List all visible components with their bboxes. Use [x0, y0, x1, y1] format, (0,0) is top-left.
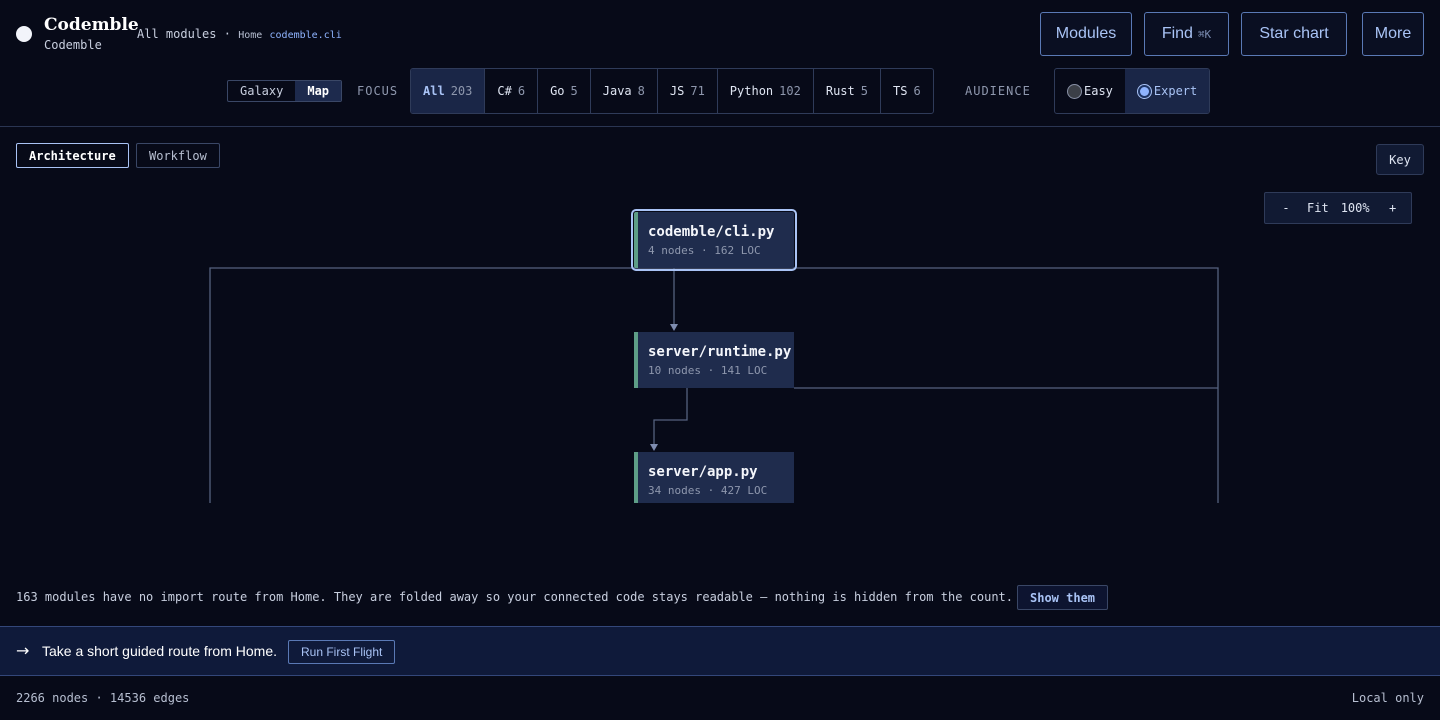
show-hidden-modules-button[interactable]: Show them	[1017, 585, 1109, 610]
filter-all[interactable]: All 203	[411, 69, 486, 113]
more-button-label: More	[1374, 25, 1412, 42]
language-filters: All 203 C# 6 Go 5 Java 8 JS 71 Python 102 Rust…	[410, 68, 934, 114]
filter-count: 71	[690, 84, 705, 98]
filter-python[interactable]: Python 102	[718, 69, 814, 113]
node-meta: 10 nodes · 141 LOC	[648, 364, 768, 377]
graph-edge	[653, 388, 688, 446]
filter-count: 6	[517, 84, 526, 98]
banner-text: Take a short guided route from Home.	[42, 643, 278, 659]
filter-count: 5	[860, 84, 868, 98]
breadcrumb-current-module: codemble.cli	[269, 30, 342, 41]
filter-label: Java	[602, 84, 632, 98]
filter-count: 203	[450, 84, 473, 98]
find-button-label: Find	[1161, 25, 1193, 42]
graph-stats: 2266 nodes · 14536 edges	[16, 691, 190, 705]
view-map-button[interactable]: Map	[295, 81, 342, 101]
more-button[interactable]: More	[1362, 12, 1424, 56]
graph-node[interactable]: codemble/cli.py 4 nodes · 162 LOC	[631, 209, 797, 271]
modules-button-label: Modules	[1055, 25, 1117, 42]
filter-count: 6	[913, 84, 921, 98]
filter-go[interactable]: Go 5	[538, 69, 591, 113]
audience-option-label: Expert	[1153, 84, 1198, 98]
filter-label: Python	[729, 84, 774, 98]
star-chart-button[interactable]: Star chart	[1241, 12, 1347, 56]
radio-selected-icon	[1136, 83, 1152, 99]
node-meta: 34 nodes · 427 LOC	[648, 484, 768, 497]
breadcrumb: All modules · Home codemble.cli	[137, 27, 342, 41]
filter-ts[interactable]: TS 6	[881, 69, 933, 113]
filter-label: C#	[497, 84, 512, 98]
filter-rust[interactable]: Rust 5	[814, 69, 881, 113]
graph-node[interactable]: server/app.py 34 nodes · 427 LOC	[634, 452, 794, 503]
filter-js[interactable]: JS 71	[658, 69, 718, 113]
filter-label: Go	[550, 84, 565, 98]
logo-icon	[16, 26, 32, 42]
breadcrumb-home[interactable]: Home	[238, 30, 262, 41]
filter-label: All	[423, 84, 445, 98]
filter-label: JS	[669, 84, 685, 98]
radio-unselected-icon	[1067, 83, 1082, 99]
focus-label: FOCUS	[357, 84, 399, 98]
filter-java[interactable]: Java 8	[591, 69, 658, 113]
run-first-flight-button[interactable]: Run First Flight	[288, 640, 396, 664]
audience-label: AUDIENCE	[965, 84, 1031, 98]
view-galaxy-button[interactable]: Galaxy	[228, 81, 295, 101]
guided-route-banner: → Take a short guided route from Home. R…	[0, 626, 1440, 676]
find-shortcut: ⌘K	[1197, 27, 1212, 41]
graph-fade-edge	[0, 503, 1440, 573]
audience-easy-option[interactable]: Easy	[1055, 69, 1125, 113]
top-bar: Codemble Codemble All modules · Home cod…	[0, 0, 1440, 127]
filter-count: 8	[637, 84, 645, 98]
modules-button[interactable]: Modules	[1040, 12, 1132, 56]
filter-csharp[interactable]: C# 6	[485, 69, 539, 113]
star-chart-button-label: Star chart	[1259, 25, 1329, 42]
breadcrumb-all-modules[interactable]: All modules	[137, 27, 216, 41]
graph-node[interactable]: server/runtime.py 10 nodes · 141 LOC	[634, 332, 794, 388]
node-meta: 4 nodes · 162 LOC	[648, 244, 761, 257]
find-button[interactable]: Find ⌘K	[1144, 12, 1229, 56]
edge-arrow-icon	[670, 324, 678, 331]
audience-option-label: Easy	[1084, 84, 1113, 98]
edge-arrow-icon	[650, 444, 658, 451]
node-title: server/app.py	[648, 464, 758, 480]
breadcrumb-separator: ·	[223, 27, 231, 41]
mode-indicator: Local only	[1351, 691, 1424, 705]
app-subtitle: Codemble	[44, 38, 102, 52]
filter-label: Rust	[825, 84, 855, 98]
audience-toggle: Easy Expert	[1054, 68, 1211, 114]
view-toggle: Galaxy Map	[227, 80, 343, 102]
node-title: codemble/cli.py	[648, 224, 775, 240]
audience-expert-option[interactable]: Expert	[1124, 69, 1210, 113]
arrow-right-icon: →	[16, 641, 30, 660]
filter-count: 5	[570, 84, 578, 98]
app-title: Codemble	[44, 15, 139, 35]
filter-label: TS	[892, 84, 908, 98]
node-title: server/runtime.py	[648, 344, 792, 360]
hidden-modules-notice: 163 modules have no import route from Ho…	[16, 590, 1013, 604]
filter-count: 102	[779, 84, 801, 98]
dependency-graph	[209, 267, 1219, 503]
